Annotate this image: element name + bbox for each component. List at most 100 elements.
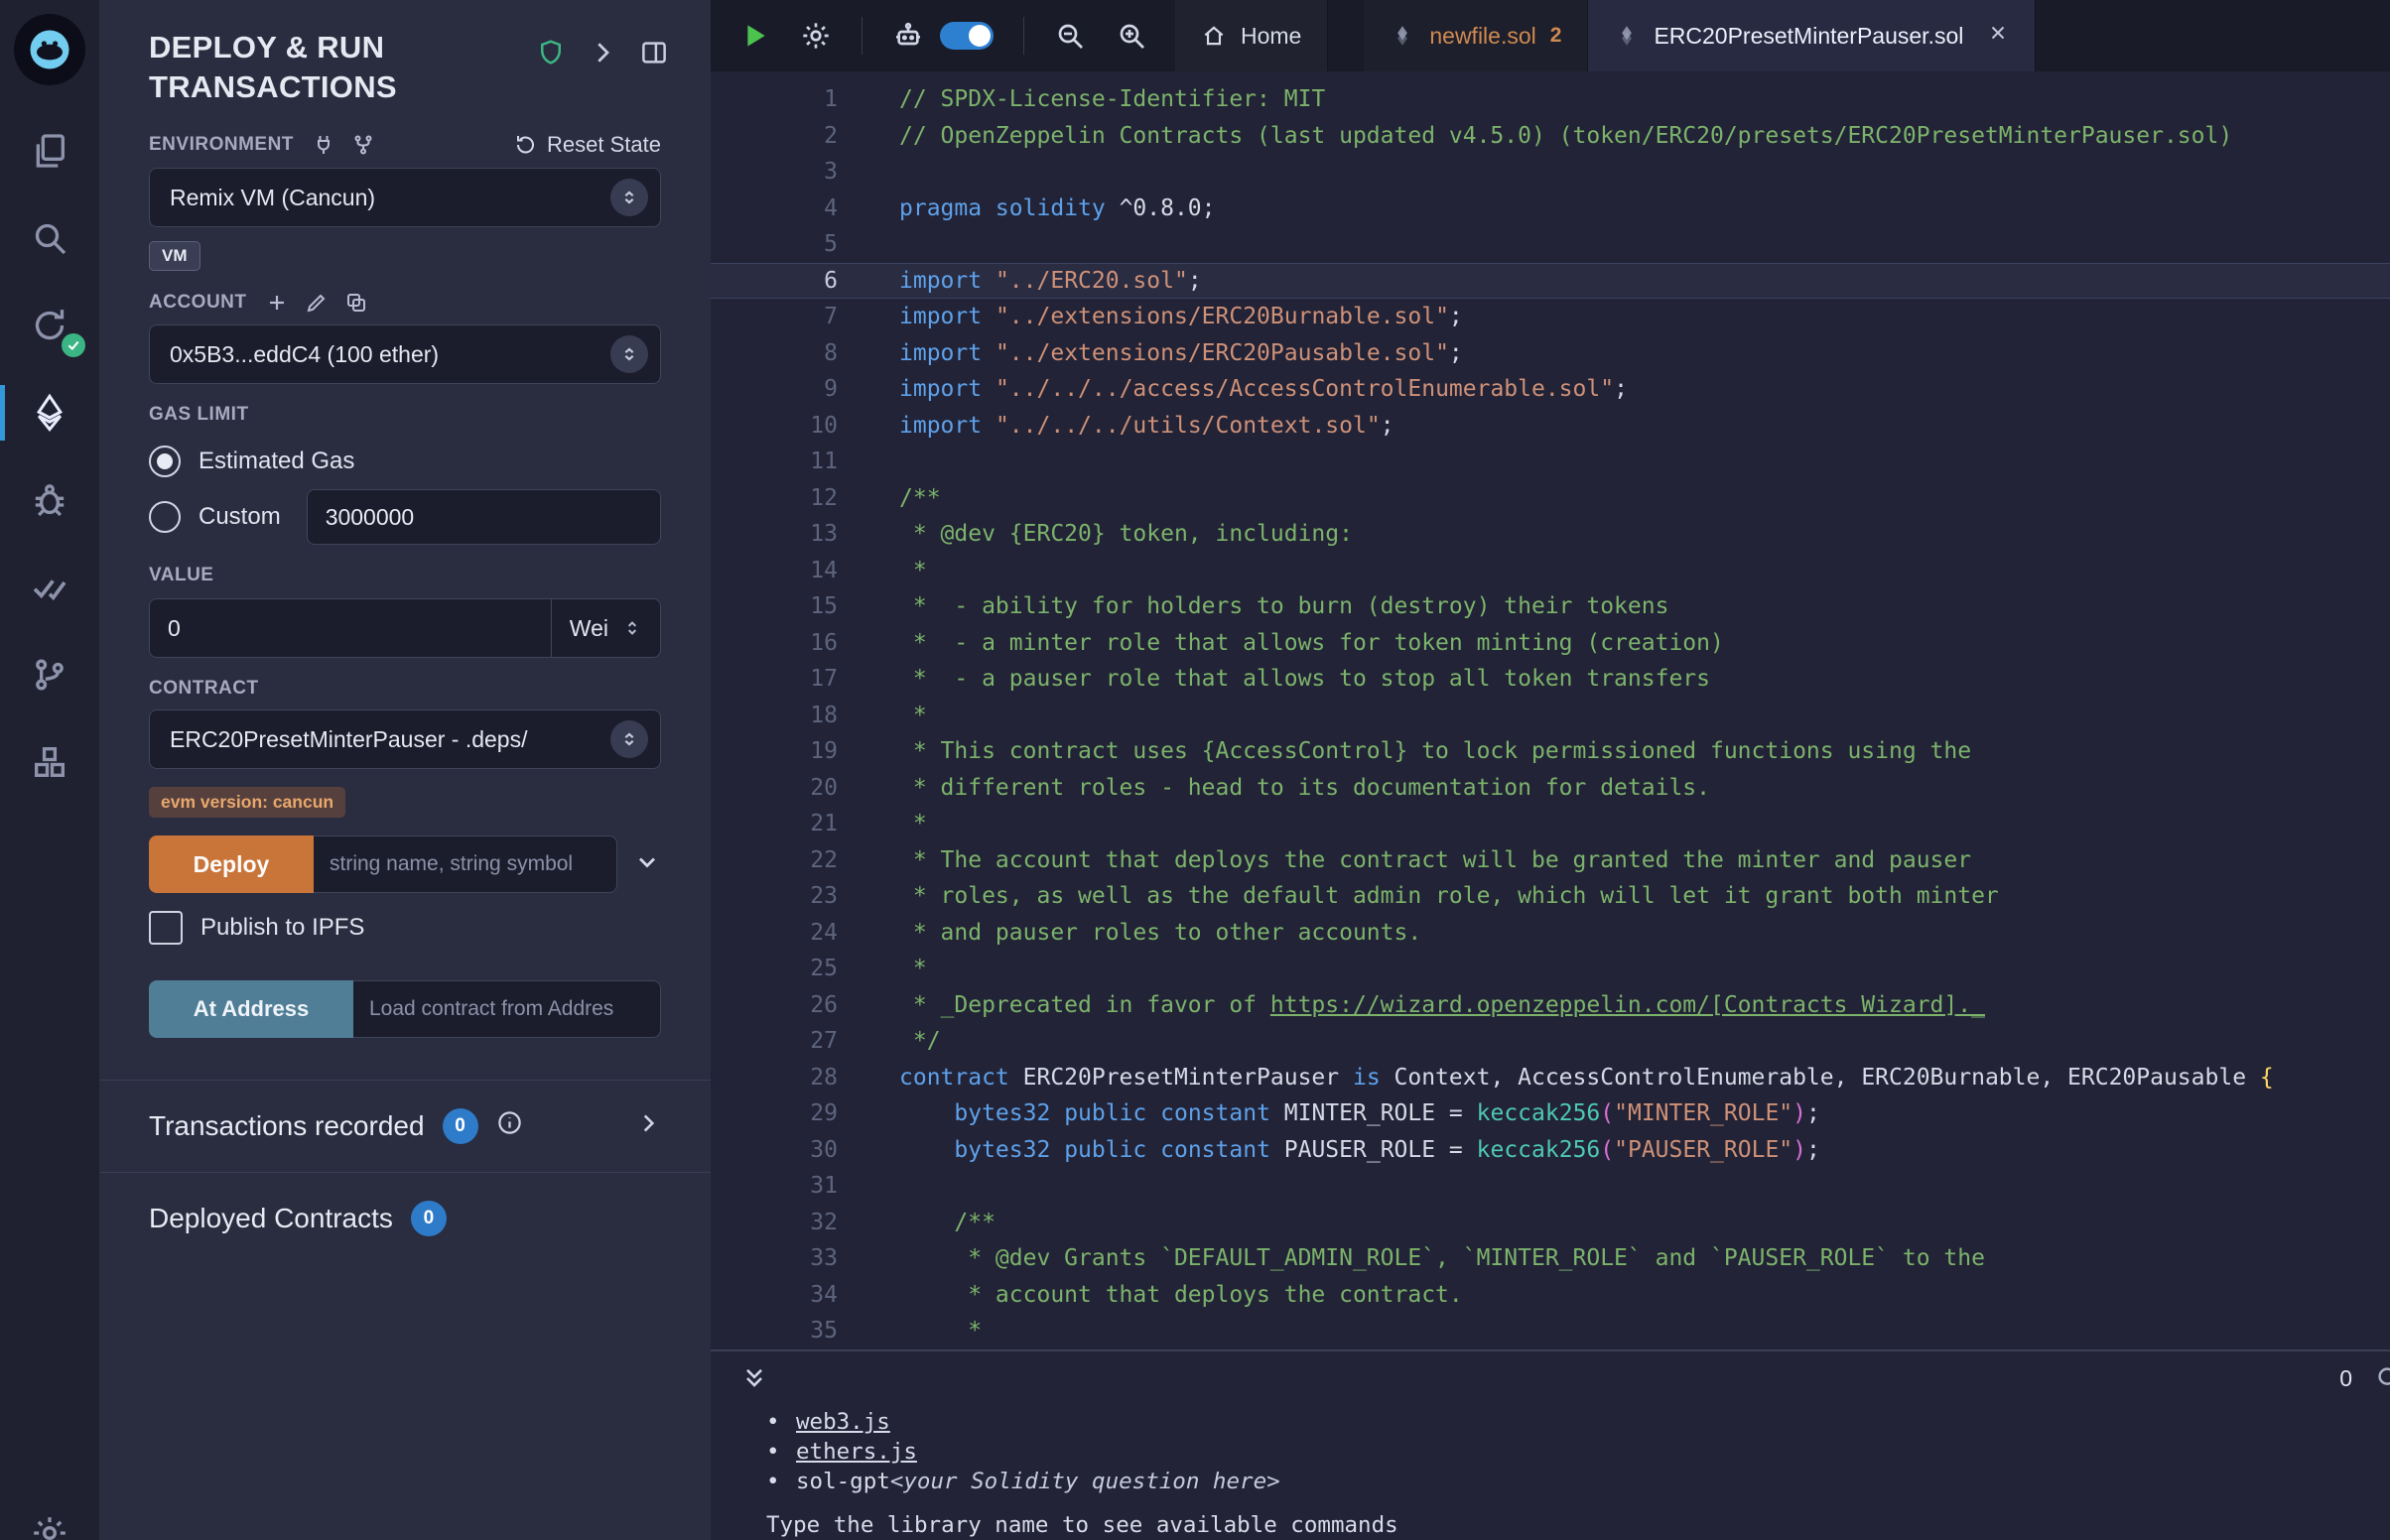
line-number[interactable]: 2 bbox=[711, 118, 867, 155]
line-number[interactable]: 32 bbox=[711, 1205, 867, 1241]
code-line[interactable]: 32 /** bbox=[711, 1205, 2390, 1241]
account-select[interactable]: 0x5B3...eddC4 (100 ether) bbox=[149, 324, 661, 384]
line-number[interactable]: 27 bbox=[711, 1023, 867, 1060]
plug-icon[interactable] bbox=[312, 133, 335, 157]
code-line[interactable]: 22 * The account that deploys the contra… bbox=[711, 842, 2390, 879]
code-line[interactable]: 13 * @dev {ERC20} token, including: bbox=[711, 516, 2390, 553]
line-number[interactable]: 28 bbox=[711, 1060, 867, 1096]
contract-select[interactable]: ERC20PresetMinterPauser - .deps/ bbox=[149, 709, 661, 769]
transactions-recorded-row[interactable]: Transactions recorded 0 bbox=[99, 1081, 711, 1172]
script-config-button[interactable] bbox=[800, 20, 832, 52]
code-line[interactable]: 9import "../../../access/AccessControlEn… bbox=[711, 371, 2390, 408]
custom-gas-radio[interactable] bbox=[149, 501, 181, 533]
code-line[interactable]: 18 * bbox=[711, 698, 2390, 734]
code-line[interactable]: 34 * account that deploys the contract. bbox=[711, 1277, 2390, 1314]
sidebar-item-static-analysis[interactable] bbox=[0, 544, 99, 631]
line-number[interactable]: 9 bbox=[711, 371, 867, 408]
code-line[interactable]: 26 * _Deprecated in favor of https://wiz… bbox=[711, 987, 2390, 1024]
expand-terminal-button[interactable] bbox=[740, 1364, 768, 1392]
code-line[interactable]: 7import "../extensions/ERC20Burnable.sol… bbox=[711, 299, 2390, 335]
expand-deploy-options-icon[interactable] bbox=[633, 848, 661, 881]
sidebar-item-file-explorer[interactable] bbox=[0, 107, 99, 194]
terminal-search-icon[interactable] bbox=[2374, 1363, 2390, 1393]
sidebar-item-search[interactable] bbox=[0, 194, 99, 282]
code-line[interactable]: 8import "../extensions/ERC20Pausable.sol… bbox=[711, 335, 2390, 372]
pin-panel-icon[interactable] bbox=[639, 38, 669, 67]
line-number[interactable]: 14 bbox=[711, 553, 867, 589]
line-number[interactable]: 3 bbox=[711, 154, 867, 191]
info-icon[interactable] bbox=[496, 1109, 523, 1143]
environment-select[interactable]: Remix VM (Cancun) bbox=[149, 168, 661, 227]
line-number[interactable]: 31 bbox=[711, 1168, 867, 1205]
code-line[interactable]: 16 * - a minter role that allows for tok… bbox=[711, 625, 2390, 662]
permissions-shield-icon[interactable] bbox=[536, 38, 566, 67]
fork-icon[interactable] bbox=[351, 133, 375, 157]
deploy-button[interactable]: Deploy bbox=[149, 835, 314, 893]
line-number[interactable]: 15 bbox=[711, 588, 867, 625]
line-number[interactable]: 7 bbox=[711, 299, 867, 335]
line-number[interactable]: 30 bbox=[711, 1132, 867, 1169]
add-account-icon[interactable] bbox=[265, 291, 289, 315]
code-line[interactable]: 27 */ bbox=[711, 1023, 2390, 1060]
code-line[interactable]: 12/** bbox=[711, 480, 2390, 517]
code-line[interactable]: 3 bbox=[711, 154, 2390, 191]
code-line[interactable]: 14 * bbox=[711, 553, 2390, 589]
terminal-entry[interactable]: •ethers.js bbox=[766, 1437, 2390, 1467]
zoom-in-button[interactable] bbox=[1116, 20, 1147, 52]
code-line[interactable]: 19 * This contract uses {AccessControl} … bbox=[711, 733, 2390, 770]
edit-account-icon[interactable] bbox=[305, 291, 329, 315]
code-line[interactable]: 29 bytes32 public constant MINTER_ROLE =… bbox=[711, 1095, 2390, 1132]
code-line[interactable]: 1// SPDX-License-Identifier: MIT bbox=[711, 81, 2390, 118]
code-line[interactable]: 4pragma solidity ^0.8.0; bbox=[711, 191, 2390, 227]
deployed-contracts-row[interactable]: Deployed Contracts 0 bbox=[99, 1173, 711, 1264]
line-number[interactable]: 29 bbox=[711, 1095, 867, 1132]
line-number[interactable]: 10 bbox=[711, 408, 867, 445]
sidebar-item-solidity-compiler[interactable] bbox=[0, 282, 99, 369]
line-number[interactable]: 8 bbox=[711, 335, 867, 372]
expand-transactions-icon[interactable] bbox=[635, 1110, 661, 1143]
line-number[interactable]: 23 bbox=[711, 878, 867, 915]
code-line[interactable]: 23 * roles, as well as the default admin… bbox=[711, 878, 2390, 915]
code-line[interactable]: 31 bbox=[711, 1168, 2390, 1205]
value-input[interactable] bbox=[150, 599, 551, 657]
code-line[interactable]: 35 * bbox=[711, 1313, 2390, 1349]
line-number[interactable]: 13 bbox=[711, 516, 867, 553]
at-address-input[interactable] bbox=[353, 980, 661, 1038]
line-number[interactable]: 35 bbox=[711, 1313, 867, 1349]
line-number[interactable]: 33 bbox=[711, 1240, 867, 1277]
code-line[interactable]: 24 * and pauser roles to other accounts. bbox=[711, 915, 2390, 952]
code-line[interactable]: 11 bbox=[711, 444, 2390, 480]
line-number[interactable]: 11 bbox=[711, 444, 867, 480]
deploy-args-input[interactable] bbox=[314, 835, 617, 893]
code-editor[interactable]: 1// SPDX-License-Identifier: MIT2// Open… bbox=[711, 71, 2390, 1349]
line-number[interactable]: 12 bbox=[711, 480, 867, 517]
line-number[interactable]: 19 bbox=[711, 733, 867, 770]
line-number[interactable]: 20 bbox=[711, 770, 867, 807]
at-address-button[interactable]: At Address bbox=[149, 980, 353, 1038]
publish-to-ipfs-checkbox[interactable] bbox=[149, 911, 183, 945]
code-line[interactable]: 15 * - ability for holders to burn (dest… bbox=[711, 588, 2390, 625]
terminal-entry[interactable]: •web3.js bbox=[766, 1407, 2390, 1437]
code-line[interactable]: 33 * @dev Grants `DEFAULT_ADMIN_ROLE`, `… bbox=[711, 1240, 2390, 1277]
sidebar-item-plugin-manager[interactable] bbox=[0, 718, 99, 806]
tab-erc20presetminterpauser[interactable]: ERC20PresetMinterPauser.sol bbox=[1588, 0, 2036, 71]
line-number[interactable]: 16 bbox=[711, 625, 867, 662]
line-number[interactable]: 25 bbox=[711, 951, 867, 987]
tab-home[interactable]: Home bbox=[1175, 0, 1328, 71]
code-line[interactable]: 25 * bbox=[711, 951, 2390, 987]
code-line[interactable]: 30 bytes32 public constant PAUSER_ROLE =… bbox=[711, 1132, 2390, 1169]
code-line[interactable]: 20 * different roles - head to its docum… bbox=[711, 770, 2390, 807]
code-line[interactable]: 5 bbox=[711, 226, 2390, 263]
run-script-button[interactable] bbox=[738, 20, 770, 52]
estimated-gas-radio[interactable] bbox=[149, 446, 181, 477]
code-line[interactable]: 10import "../../../utils/Context.sol"; bbox=[711, 408, 2390, 445]
line-number[interactable]: 24 bbox=[711, 915, 867, 952]
line-number[interactable]: 5 bbox=[711, 226, 867, 263]
zoom-out-button[interactable] bbox=[1054, 20, 1086, 52]
close-tab-icon[interactable] bbox=[1987, 22, 2009, 50]
value-unit-select[interactable]: Wei bbox=[551, 599, 660, 657]
sidebar-item-source-control[interactable] bbox=[0, 631, 99, 718]
code-line[interactable]: 17 * - a pauser role that allows to stop… bbox=[711, 661, 2390, 698]
code-line[interactable]: 28contract ERC20PresetMinterPauser is Co… bbox=[711, 1060, 2390, 1096]
line-number[interactable]: 26 bbox=[711, 987, 867, 1024]
